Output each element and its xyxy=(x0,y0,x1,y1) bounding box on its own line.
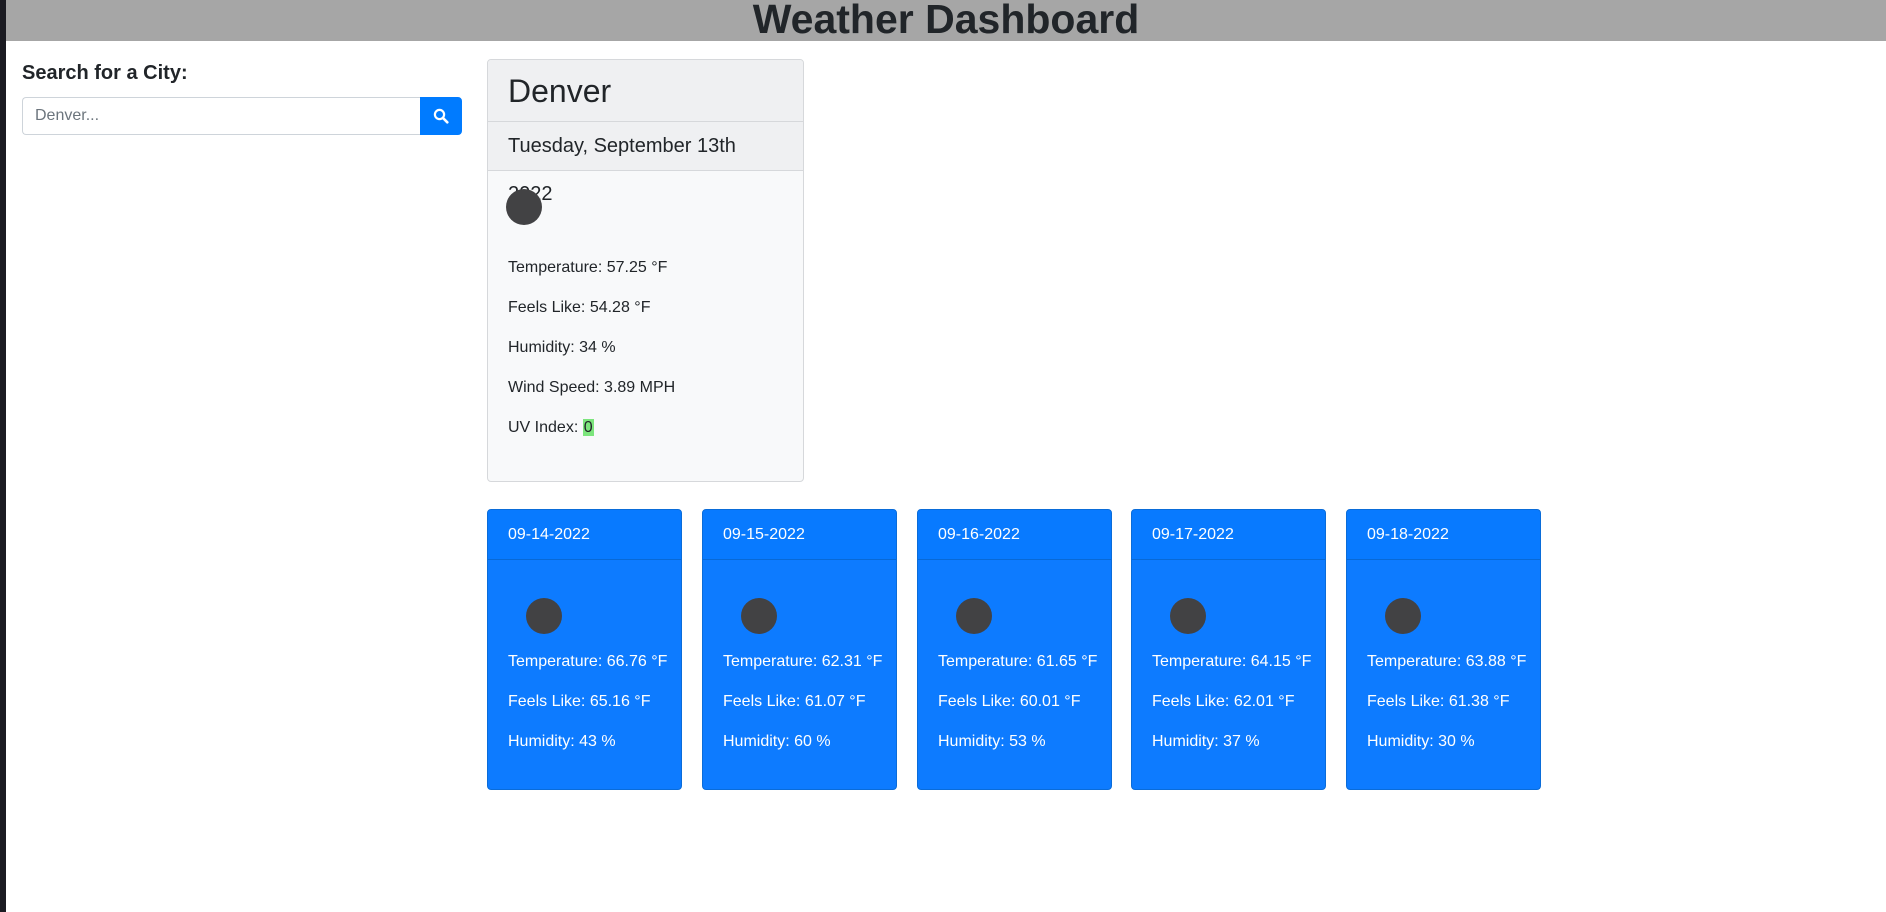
forecast-humidity: Humidity: 43 % xyxy=(508,733,616,750)
current-feels-like: Feels Like: 54.28 °F xyxy=(508,299,651,316)
forecast-date: 09-16-2022 xyxy=(918,510,1111,560)
forecast-feels-like: Feels Like: 65.16 °F xyxy=(508,693,651,710)
current-temperature: Temperature: 57.25 °F xyxy=(508,259,668,276)
forecast-humidity: Humidity: 53 % xyxy=(938,733,1046,750)
search-icon xyxy=(433,108,449,124)
current-city-name: Denver xyxy=(488,60,803,122)
current-uv-index: UV Index: 0 xyxy=(508,419,594,437)
forecast-card: 09-14-2022 Temperature: 66.76 °F Feels L… xyxy=(487,509,682,790)
forecast-feels-like: Feels Like: 62.01 °F xyxy=(1152,693,1295,710)
forecast-temperature: Temperature: 66.76 °F xyxy=(508,653,668,670)
forecast-date: 09-17-2022 xyxy=(1132,510,1325,560)
window-edge xyxy=(0,0,6,912)
forecast-humidity: Humidity: 30 % xyxy=(1367,733,1475,750)
search-form xyxy=(22,97,462,135)
forecast-card: 09-16-2022 Temperature: 61.65 °F Feels L… xyxy=(917,509,1112,790)
city-search-input[interactable] xyxy=(22,97,420,135)
current-humidity: Humidity: 34 % xyxy=(508,339,616,356)
weather-icon xyxy=(956,598,992,634)
uv-index-label: UV Index: xyxy=(508,419,583,436)
forecast-feels-like: Feels Like: 60.01 °F xyxy=(938,693,1081,710)
forecast-temperature: Temperature: 64.15 °F xyxy=(1152,653,1312,670)
weather-icon xyxy=(526,598,562,634)
weather-icon xyxy=(506,189,542,225)
current-weather-card: Denver Tuesday, September 13th 2022 Temp… xyxy=(487,59,804,482)
current-date: Tuesday, September 13th 2022 xyxy=(488,122,803,205)
weather-icon xyxy=(1170,598,1206,634)
page-header: Weather Dashboard xyxy=(6,0,1886,41)
forecast-feels-like: Feels Like: 61.07 °F xyxy=(723,693,866,710)
forecast-temperature: Temperature: 63.88 °F xyxy=(1367,653,1527,670)
forecast-date: 09-14-2022 xyxy=(488,510,681,560)
forecast-humidity: Humidity: 60 % xyxy=(723,733,831,750)
forecast-card: 09-17-2022 Temperature: 64.15 °F Feels L… xyxy=(1131,509,1326,790)
forecast-card: 09-18-2022 Temperature: 63.88 °F Feels L… xyxy=(1346,509,1541,790)
forecast-feels-like: Feels Like: 61.38 °F xyxy=(1367,693,1510,710)
page-title: Weather Dashboard xyxy=(752,0,1140,42)
forecast-temperature: Temperature: 62.31 °F xyxy=(723,653,883,670)
uv-index-badge: 0 xyxy=(582,419,594,436)
search-button[interactable] xyxy=(420,97,462,135)
weather-icon xyxy=(1385,598,1421,634)
weather-icon xyxy=(741,598,777,634)
forecast-date: 09-15-2022 xyxy=(703,510,896,560)
forecast-temperature: Temperature: 61.65 °F xyxy=(938,653,1098,670)
forecast-date: 09-18-2022 xyxy=(1347,510,1540,560)
current-wind-speed: Wind Speed: 3.89 MPH xyxy=(508,379,676,396)
forecast-card: 09-15-2022 Temperature: 62.31 °F Feels L… xyxy=(702,509,897,790)
forecast-humidity: Humidity: 37 % xyxy=(1152,733,1260,750)
search-label: Search for a City: xyxy=(22,62,188,84)
